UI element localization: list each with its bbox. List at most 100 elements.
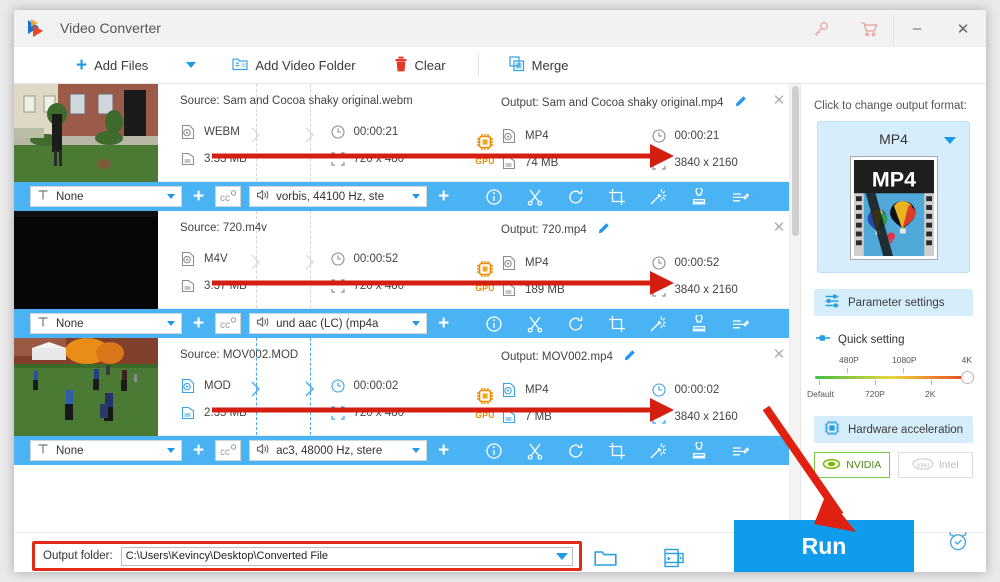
remove-file-button[interactable]: ✕: [771, 220, 787, 236]
subtitle-edit-icon[interactable]: [731, 315, 750, 333]
file-card[interactable]: Source: MOV002.MOD MOD 00:00:02 2.35 MB …: [14, 338, 800, 436]
clear-button[interactable]: Clear: [388, 47, 452, 83]
subtitle-edit-icon[interactable]: [731, 442, 750, 460]
output-section: Output: Sam and Cocoa shaky original.mp4: [479, 84, 800, 181]
gpu-label: GPU: [475, 410, 495, 420]
rotate-icon[interactable]: [567, 188, 585, 206]
intel-option[interactable]: intel Intel: [897, 452, 973, 478]
crop-icon[interactable]: [608, 315, 626, 333]
vertical-scrollbar[interactable]: [789, 84, 800, 523]
add-files-button[interactable]: + Add Files: [70, 47, 154, 83]
merge-button[interactable]: Merge: [503, 47, 575, 83]
pencil-icon[interactable]: [623, 349, 636, 365]
cart-icon[interactable]: [845, 10, 893, 47]
subtitle-edit-icon[interactable]: [731, 188, 750, 206]
quality-slider[interactable]: 480P 1080P 4K Default 720P 2K: [807, 355, 974, 401]
add-files-dropdown[interactable]: [180, 47, 202, 83]
source-title: Source: 720.m4v: [180, 222, 267, 234]
rotate-icon[interactable]: [567, 442, 585, 460]
source-size: 3.37 MB: [180, 272, 330, 299]
audio-value: und aac (LC) (mp4a: [276, 317, 379, 330]
output-format-value: MP4: [525, 129, 549, 142]
crop-icon[interactable]: [608, 442, 626, 460]
chevron-down-icon: [412, 194, 421, 199]
file-video-icon: [501, 255, 517, 271]
folder-icon[interactable]: [594, 549, 617, 573]
intel-label: Intel: [938, 459, 959, 471]
stamp-icon[interactable]: [690, 186, 708, 206]
magic-wand-icon[interactable]: [649, 442, 667, 460]
audio-select[interactable]: ac3, 48000 Hz, stere: [249, 440, 428, 461]
file-size-icon: [180, 278, 196, 294]
add-audio-button[interactable]: +: [435, 187, 452, 206]
output-resolution-value: 3840 x 2160: [674, 283, 738, 296]
add-video-folder-button[interactable]: Add Video Folder: [226, 47, 361, 83]
audio-select[interactable]: und aac (LC) (mp4a: [249, 313, 428, 334]
pencil-icon[interactable]: [734, 95, 747, 111]
scissors-icon[interactable]: [526, 188, 544, 206]
cc-icon[interactable]: cc: [215, 313, 242, 334]
parameter-settings-button[interactable]: Parameter settings: [814, 289, 973, 316]
file-card[interactable]: Source: 720.m4v M4V 00:00:52 3.37 MB 720…: [14, 211, 800, 309]
clock-icon: [651, 382, 667, 398]
info-icon[interactable]: [485, 188, 503, 206]
source-duration: 00:00:21: [330, 118, 480, 145]
output-folder-value: C:\Users\Kevincy\Desktop\Converted File: [125, 550, 329, 562]
output-format-title: Click to change output format:: [814, 100, 967, 112]
subtitle-select[interactable]: None: [30, 313, 182, 334]
scrollbar-thumb[interactable]: [792, 86, 799, 236]
subtitle-select[interactable]: None: [30, 440, 182, 461]
output-format: MP4: [501, 376, 651, 403]
output-folder-input[interactable]: C:\Users\Kevincy\Desktop\Converted File: [120, 546, 573, 566]
chevron-down-icon[interactable]: [944, 137, 956, 144]
cc-icon[interactable]: cc: [215, 440, 242, 461]
rotate-icon[interactable]: [567, 315, 585, 333]
add-subtitle-button[interactable]: +: [190, 441, 207, 460]
cc-icon[interactable]: cc: [215, 186, 242, 207]
minimize-button[interactable]: –: [894, 10, 940, 47]
output-format-card[interactable]: MP4 MP4: [817, 121, 970, 273]
remove-file-button[interactable]: ✕: [771, 347, 787, 363]
clock-icon: [330, 124, 346, 140]
close-button[interactable]: ✕: [940, 10, 986, 47]
add-subtitle-button[interactable]: +: [190, 187, 207, 206]
media-library-icon[interactable]: [664, 548, 684, 573]
resize-icon: [330, 405, 346, 421]
alarm-clock-icon[interactable]: [946, 529, 970, 558]
run-button[interactable]: Run: [734, 520, 914, 572]
source-resolution-value: 720 x 480: [353, 406, 405, 419]
source-title: Source: Sam and Cocoa shaky original.web…: [180, 95, 413, 107]
stamp-icon[interactable]: [690, 313, 708, 333]
hardware-acceleration-button[interactable]: Hardware acceleration: [814, 416, 973, 443]
scissors-icon[interactable]: [526, 315, 544, 333]
toggle-icon[interactable]: [815, 333, 831, 346]
subtitle-value: None: [56, 317, 84, 330]
output-size-value: 189 MB: [525, 283, 565, 296]
remove-file-button[interactable]: ✕: [771, 93, 787, 109]
scissors-icon[interactable]: [526, 442, 544, 460]
subtitle-select[interactable]: None: [30, 186, 182, 207]
add-audio-button[interactable]: +: [435, 314, 452, 333]
file-list-scroll-area[interactable]: Source: Sam and Cocoa shaky original.web…: [14, 84, 800, 523]
add-subtitle-button[interactable]: +: [190, 314, 207, 333]
add-audio-button[interactable]: +: [435, 441, 452, 460]
crop-icon[interactable]: [608, 188, 626, 206]
nvidia-option[interactable]: NVIDIA: [814, 452, 890, 478]
info-icon[interactable]: [485, 315, 503, 333]
audio-select[interactable]: vorbis, 44100 Hz, ste: [249, 186, 428, 207]
clock-icon: [330, 378, 346, 394]
magic-wand-icon[interactable]: [649, 188, 667, 206]
output-settings-panel: Click to change output format: MP4 MP4 P…: [800, 84, 986, 569]
info-icon[interactable]: [485, 442, 503, 460]
magic-wand-icon[interactable]: [649, 315, 667, 333]
output-resolution-value: 3840 x 2160: [674, 410, 738, 423]
key-icon[interactable]: [797, 10, 845, 47]
file-size-icon: [501, 155, 517, 171]
title-bar: Video Converter – ✕: [14, 10, 986, 47]
chevron-down-icon[interactable]: [556, 552, 568, 560]
pencil-icon[interactable]: [597, 222, 610, 238]
stamp-icon[interactable]: [690, 440, 708, 460]
file-card[interactable]: Source: Sam and Cocoa shaky original.web…: [14, 84, 800, 182]
video-thumbnail: [14, 338, 158, 436]
parameter-settings-label: Parameter settings: [848, 296, 945, 309]
